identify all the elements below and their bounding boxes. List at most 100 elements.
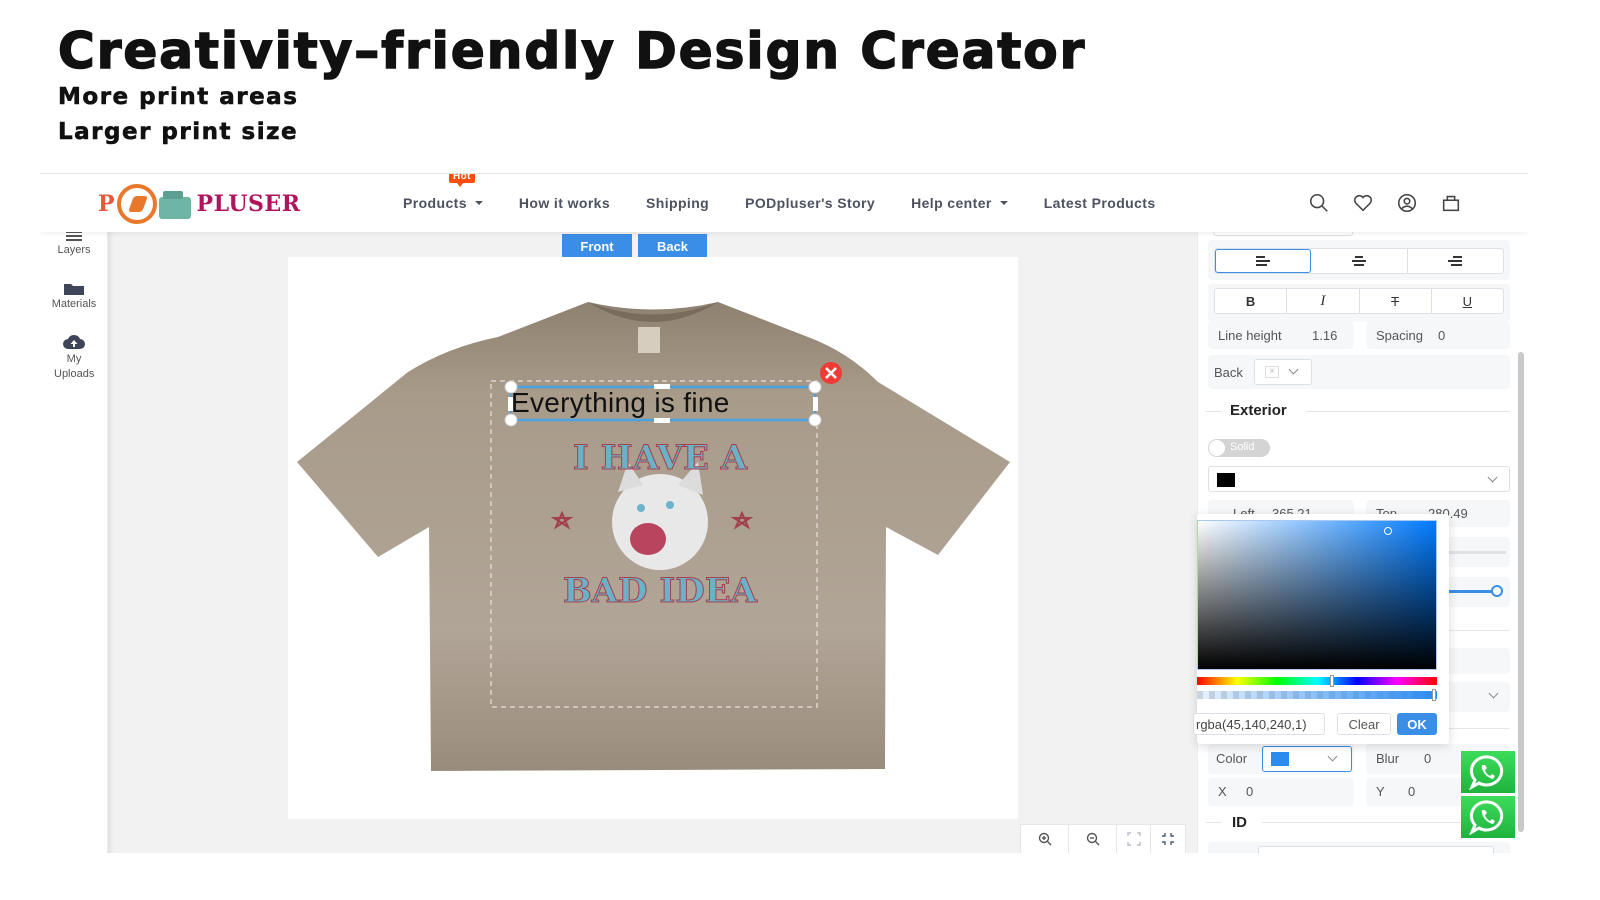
zoom-out-button[interactable] [1069, 825, 1117, 853]
logo-runner-icon [116, 184, 157, 224]
shadow-x-field[interactable]: X 0 [1208, 778, 1354, 806]
shadow-color-swatch [1271, 752, 1289, 766]
clear-color-button[interactable]: Clear [1337, 713, 1391, 735]
align-left-button[interactable] [1215, 249, 1312, 273]
menu-shipping[interactable]: Shipping [646, 195, 709, 211]
hot-badge: Hot [449, 174, 475, 187]
saturation-cursor[interactable] [1384, 527, 1392, 535]
slider-track [1448, 551, 1506, 554]
align-segment [1214, 248, 1504, 274]
fill-color-select[interactable] [1208, 466, 1510, 492]
hue-thumb[interactable] [1330, 675, 1334, 687]
solid-toggle[interactable]: Solid [1208, 439, 1270, 457]
tool-materials[interactable]: Materials [40, 282, 108, 310]
shrink-icon [1162, 833, 1174, 845]
background-row: Back × [1208, 355, 1510, 389]
panel-scrollbar[interactable] [1518, 352, 1524, 832]
menu-products[interactable]: Hot Products [403, 174, 483, 211]
menu-how-it-works[interactable]: How it works [519, 195, 610, 211]
id-row [1208, 842, 1510, 853]
id-input[interactable] [1258, 846, 1494, 853]
text-style-segment: B I T U [1214, 288, 1504, 314]
nav-icons [1308, 192, 1462, 214]
menu-latest-products-label: Latest Products [1043, 195, 1156, 211]
chevron-down-icon [1288, 364, 1299, 375]
shadow-y-value: 0 [1408, 784, 1416, 799]
menu-help-center[interactable]: Help center [911, 195, 1008, 211]
align-right-button[interactable] [1408, 249, 1503, 273]
blur-value: 0 [1424, 751, 1432, 766]
menu-story-label: PODpluser's Story [745, 195, 876, 211]
cloud-upload-icon [63, 335, 85, 349]
logo-p-mark: P [98, 191, 115, 217]
graphic-bottom-text: BAD IDEA [563, 571, 758, 611]
underline-button[interactable]: U [1432, 289, 1503, 313]
design-app: P PLUSER Hot Products How it works Shipp… [40, 173, 1528, 853]
shrink-button[interactable] [1151, 825, 1185, 853]
hero-line-1: More print areas [58, 84, 299, 111]
chevron-down-icon [1487, 472, 1498, 483]
menu-how-it-works-label: How it works [518, 195, 611, 211]
hero-title: Creativity–friendly Design Creator [57, 21, 1087, 81]
chevron-down-icon [1327, 751, 1338, 762]
menu-latest-products[interactable]: Latest Products [1044, 195, 1156, 211]
zoom-controls [1020, 824, 1186, 853]
blur-label: Blur [1376, 751, 1400, 766]
hue-slider[interactable] [1197, 675, 1437, 687]
user-icon[interactable] [1396, 192, 1418, 214]
spacing-label: Spacing [1376, 328, 1423, 343]
spacing-field[interactable]: Spacing 0 [1366, 322, 1510, 349]
background-label: Back [1214, 365, 1243, 380]
menu-story[interactable]: PODpluser's Story [745, 195, 875, 211]
tshirt-tag [638, 327, 660, 353]
logo[interactable]: P PLUSER [98, 184, 300, 224]
menu-products-label: Products [403, 195, 467, 211]
front-side-button[interactable]: Front [562, 234, 632, 259]
whatsapp-button[interactable] [1461, 796, 1515, 838]
alpha-thumb[interactable] [1432, 689, 1436, 701]
zoom-in-icon [1038, 832, 1051, 846]
design-canvas[interactable]: I HAVE A BAD IDEA Everything is fine [288, 257, 1018, 819]
whatsapp-button[interactable] [1461, 751, 1515, 793]
color-value-input[interactable] [1193, 713, 1325, 735]
whatsapp-icon [1469, 755, 1504, 790]
bag-icon[interactable] [1440, 192, 1462, 214]
delete-element-icon[interactable] [820, 362, 842, 384]
chevron-down-icon [1488, 688, 1499, 699]
divider [1306, 411, 1510, 412]
shadow-x-label: X [1218, 784, 1227, 799]
id-title: ID [1232, 814, 1247, 831]
toggle-label: Solid [1230, 441, 1255, 453]
sewing-machine-icon [158, 191, 191, 219]
ok-color-button[interactable]: OK [1397, 713, 1437, 735]
back-side-button[interactable]: Back [638, 234, 707, 259]
shadow-color-label: Color [1216, 751, 1248, 766]
line-height-field[interactable]: Line height 1.16 [1208, 322, 1354, 349]
hero: Creativity–friendly Design Creator More … [57, 21, 1087, 150]
graphic-top-text: I HAVE A [573, 438, 748, 478]
shadow-x-value: 0 [1246, 784, 1254, 799]
slider-fill [1448, 590, 1496, 593]
shadow-color-select[interactable] [1262, 746, 1352, 772]
design-text-element[interactable]: Everything is fine [511, 387, 730, 419]
zoom-in-button[interactable] [1021, 825, 1069, 853]
caret-down-icon [474, 201, 483, 205]
strikethrough-button[interactable]: T [1360, 289, 1432, 313]
shadow-color-row: Color [1208, 744, 1354, 774]
italic-button[interactable]: I [1287, 289, 1360, 313]
slider-handle[interactable] [1491, 585, 1503, 597]
align-center-icon [1351, 256, 1366, 266]
menu-shipping-label: Shipping [646, 195, 710, 211]
tool-layers[interactable]: Layers [40, 230, 108, 256]
align-left-icon [1255, 256, 1270, 266]
background-select[interactable]: × [1254, 359, 1312, 385]
tool-my-uploads[interactable]: My Uploads [40, 334, 108, 382]
spacing-value: 0 [1438, 328, 1446, 343]
fit-screen-button[interactable] [1117, 825, 1151, 853]
search-icon[interactable] [1308, 192, 1330, 214]
heart-icon[interactable] [1352, 192, 1374, 214]
saturation-value-area[interactable] [1197, 520, 1437, 670]
bold-button[interactable]: B [1215, 289, 1288, 313]
align-center-button[interactable] [1311, 249, 1408, 273]
alpha-slider[interactable] [1197, 689, 1437, 701]
